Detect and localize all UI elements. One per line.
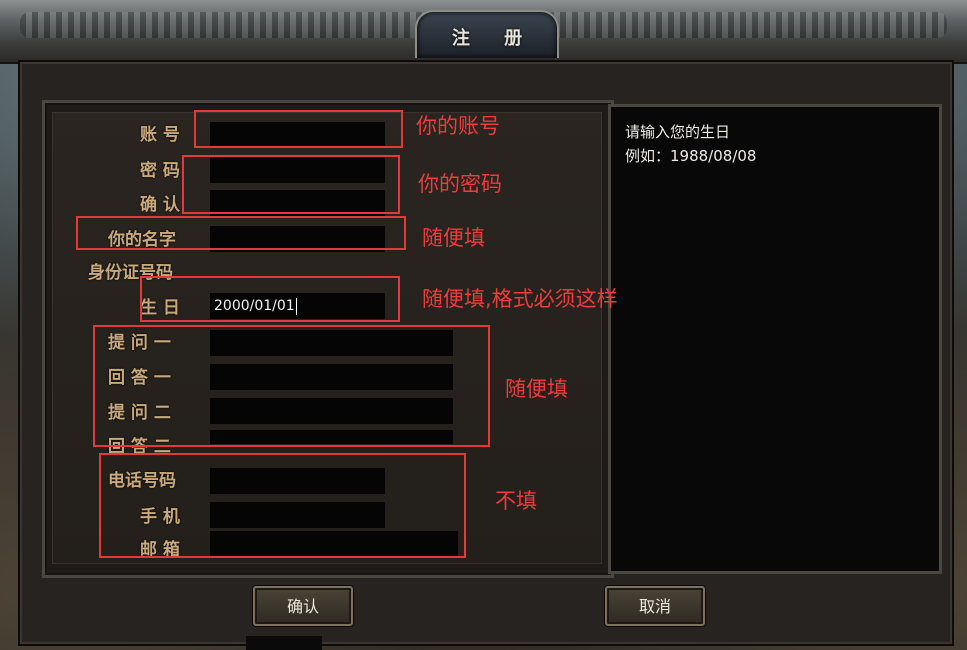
annotation-box-name	[76, 216, 406, 250]
annotation-contact: 不填	[495, 489, 537, 513]
annotation-birthday: 随便填,格式必须这样	[422, 287, 618, 311]
annotation-password: 你的密码	[418, 172, 502, 196]
annotation-box-account	[194, 110, 403, 148]
confirm-button[interactable]: 确认	[253, 586, 353, 626]
hint-line-2: 例如：1988/08/08	[625, 147, 757, 165]
annotation-box-contact	[99, 453, 466, 558]
cancel-button[interactable]: 取消	[605, 586, 705, 626]
label-account: 账 号	[140, 125, 180, 145]
annotation-box-password	[182, 155, 400, 214]
annotation-name: 随便填	[422, 226, 485, 250]
label-password: 密 码	[140, 161, 180, 181]
label-confirm: 确 认	[140, 195, 180, 215]
annotation-box-birthday	[140, 276, 400, 322]
hint-line-1: 请输入您的生日	[625, 123, 731, 141]
title-tab: 注 册	[415, 10, 559, 58]
annotation-box-questions	[93, 325, 490, 447]
bottom-edge-bar	[246, 636, 322, 650]
annotation-account: 你的账号	[416, 114, 500, 138]
hint-panel: 请输入您的生日 例如：1988/08/08	[608, 104, 942, 574]
annotation-questions: 随便填	[505, 377, 568, 401]
window-title: 注 册	[451, 28, 537, 49]
